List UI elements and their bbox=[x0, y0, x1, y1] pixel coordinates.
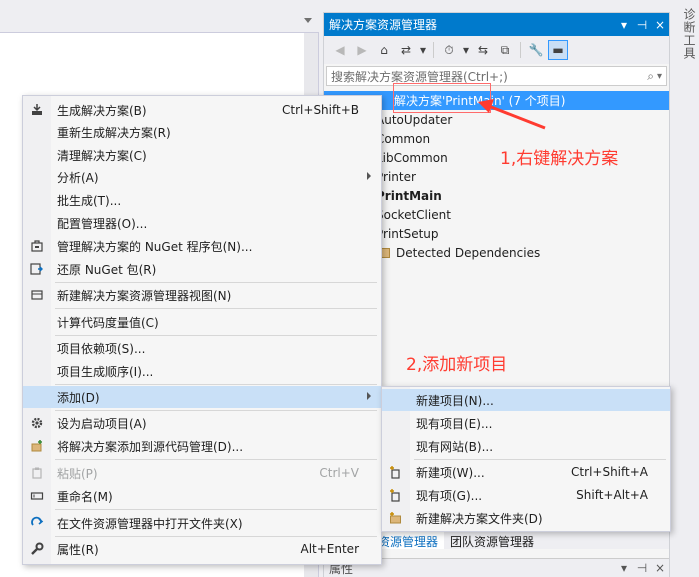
annotation-arrow bbox=[478, 99, 546, 130]
annotation-step1: 1,右键解决方案 bbox=[500, 149, 619, 169]
annotation-step2: 2,添加新项目 bbox=[406, 355, 508, 375]
